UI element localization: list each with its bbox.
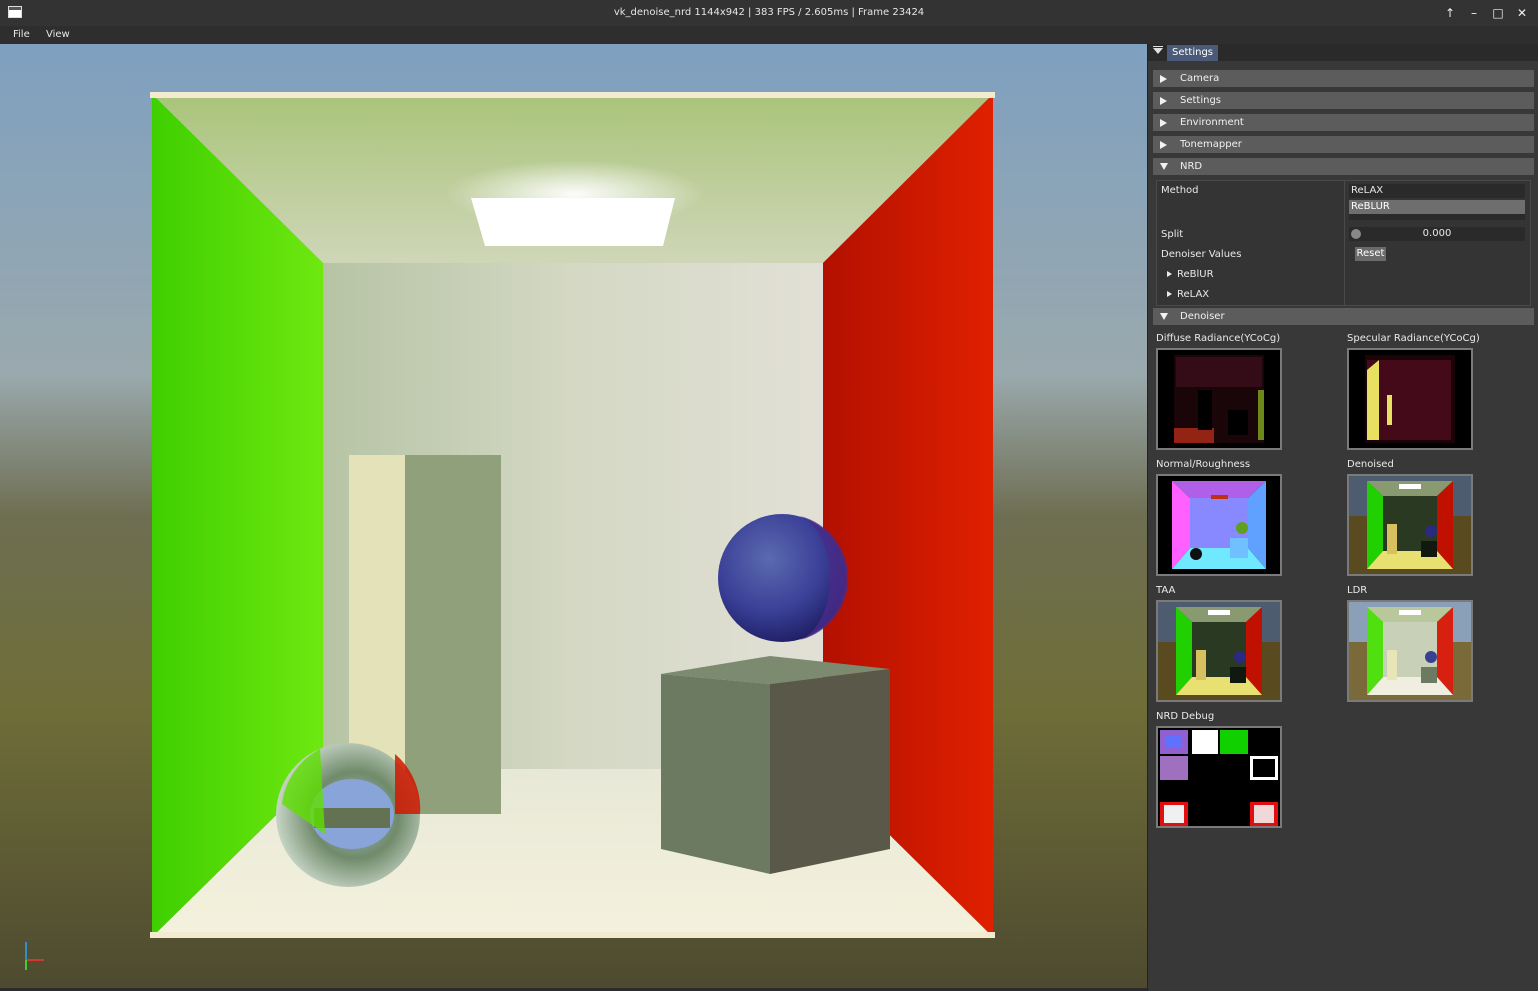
menu-bar: File View [0,26,1538,44]
specular-radiance-image [1349,350,1471,448]
expand-arrow-icon [1160,119,1167,127]
expand-arrow-icon [1160,75,1167,83]
ldr-label: LDR [1347,585,1368,596]
taa-image [1158,602,1280,700]
method-option-relax[interactable]: ReLAX [1349,184,1525,198]
diffuse-radiance-preview[interactable] [1156,348,1282,450]
split-label: Split [1161,229,1184,240]
normal-roughness-preview[interactable] [1156,474,1282,576]
expand-arrow-icon [1167,291,1172,297]
taa-label: TAA [1156,585,1176,596]
denoiser-values-label: Denoiser Values [1161,249,1242,260]
method-label: Method [1161,185,1199,196]
settings-tab-bar: Settings [1148,44,1538,61]
subsection-relax[interactable]: ReLAX [1177,289,1209,300]
section-camera[interactable]: Camera [1153,70,1534,87]
tab-settings[interactable]: Settings [1167,45,1219,61]
section-label: Settings [1180,95,1222,106]
column-divider [1344,181,1345,305]
denoised-preview[interactable] [1347,474,1473,576]
split-value: 0.000 [1422,228,1452,239]
ldr-image [1349,602,1471,700]
denoised-label: Denoised [1347,459,1394,470]
menu-file[interactable]: File [13,29,30,40]
reset-button[interactable]: Reset [1355,247,1386,261]
keep-above-button[interactable]: ↑ [1441,4,1459,22]
collapse-arrow-icon [1160,163,1168,170]
section-nrd[interactable]: NRD [1153,158,1534,175]
normal-roughness-image [1158,476,1280,574]
close-button[interactable]: ✕ [1513,4,1531,22]
render-viewport[interactable] [0,44,1147,988]
section-label: Environment [1180,117,1244,128]
cornell-box-render [0,44,1147,988]
section-denoiser[interactable]: Denoiser [1153,308,1534,325]
section-label: Camera [1180,73,1220,84]
section-label: Denoiser [1180,311,1225,322]
expand-arrow-icon [1160,97,1167,105]
nrd-debug-label: NRD Debug [1156,711,1215,722]
nrd-settings-table: Method ReLAX ReBLUR Split 0.000 Denoiser… [1156,180,1531,306]
split-slider[interactable]: 0.000 [1349,227,1525,241]
subsection-reblur[interactable]: ReBlUR [1177,269,1214,280]
settings-panel: Settings Camera Settings Environment Ton… [1147,44,1538,991]
collapse-arrow-icon [1160,313,1168,320]
maximize-button[interactable]: □ [1489,4,1507,22]
specular-radiance-label: Specular Radiance(YCoCg) [1347,333,1480,344]
section-tonemapper[interactable]: Tonemapper [1153,136,1534,153]
nrd-debug-preview[interactable] [1156,726,1282,828]
method-list-scroll-area [1349,214,1525,220]
taa-preview[interactable] [1156,600,1282,702]
section-label: NRD [1180,161,1203,172]
section-label: Tonemapper [1180,139,1242,150]
window-title: vk_denoise_nrd 1144x942 | 383 FPS / 2.60… [613,7,925,18]
normal-roughness-label: Normal/Roughness [1156,459,1251,470]
nrd-debug-image [1158,728,1280,826]
method-option-reblur[interactable]: ReBLUR [1349,200,1525,214]
denoised-image [1349,476,1471,574]
diffuse-radiance-image [1158,350,1280,448]
ldr-preview[interactable] [1347,600,1473,702]
diffuse-radiance-label: Diffuse Radiance(YCoCg) [1156,333,1281,344]
title-bar: vk_denoise_nrd 1144x942 | 383 FPS / 2.60… [0,0,1538,26]
section-environment[interactable]: Environment [1153,114,1534,131]
expand-arrow-icon [1160,141,1167,149]
expand-arrow-icon [1167,271,1172,277]
collapse-menu-icon[interactable] [1153,46,1163,54]
section-settings[interactable]: Settings [1153,92,1534,109]
menu-view[interactable]: View [46,29,70,40]
specular-radiance-preview[interactable] [1347,348,1473,450]
minimize-button[interactable]: – [1465,4,1483,22]
